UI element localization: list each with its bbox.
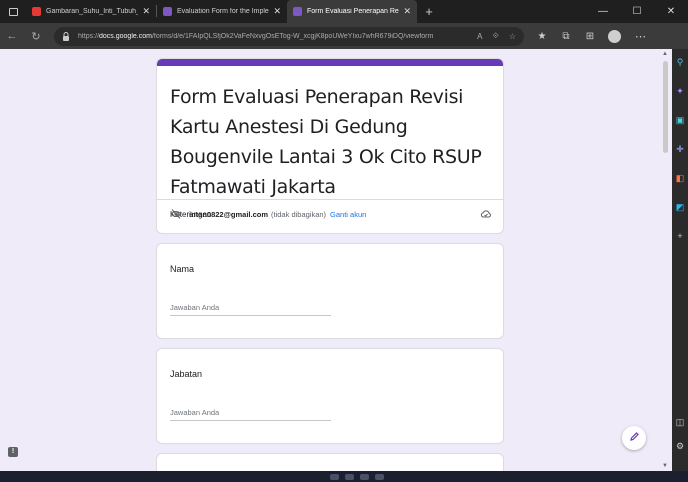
scroll-up-icon[interactable]: ▲ xyxy=(662,51,668,57)
forms-favicon-icon xyxy=(163,7,172,16)
taskbar-app-icon[interactable] xyxy=(360,474,369,480)
header-divider xyxy=(157,199,503,200)
close-window-icon[interactable]: ✕ xyxy=(654,6,688,17)
maximize-icon[interactable]: ☐ xyxy=(620,6,654,17)
outlook-icon[interactable]: ◩ xyxy=(675,202,685,212)
account-row: intan0822@gmail.com (tidak dibagikan) Ga… xyxy=(170,207,492,221)
refresh-icon[interactable]: ↻ xyxy=(24,23,48,49)
cloud-save-icon xyxy=(480,208,492,220)
close-tab-icon[interactable]: ✕ xyxy=(142,6,150,17)
question-label: Jabatan xyxy=(170,369,203,379)
tab-title: Evaluation Form for the Impleme xyxy=(177,8,270,15)
url-path: /forms/d/e/1FAIpQLSfjOk2VaFeNxvgOsETog-W… xyxy=(151,32,434,40)
extensions-icon[interactable]: ⊞ xyxy=(578,23,602,49)
copilot-sparkle-icon[interactable]: ✦ xyxy=(675,86,685,96)
address-bar[interactable]: https://docs.google.com/forms/d/e/1FAIpQ… xyxy=(54,26,524,46)
scroll-down-icon[interactable]: ▼ xyxy=(662,463,668,469)
form-header-card: Form Evaluasi Penerapan Revisi Kartu Ane… xyxy=(156,58,504,234)
browser-toolbar: ← ↻ https://docs.google.com/forms/d/e/1F… xyxy=(0,23,688,49)
edit-form-button[interactable] xyxy=(622,426,646,450)
sidebar-settings-gear-icon[interactable]: ⚙ xyxy=(675,441,685,451)
window-controls: — ☐ ✕ xyxy=(586,0,688,23)
answer-input-jabatan[interactable] xyxy=(170,407,331,421)
question-label: Nama xyxy=(170,264,195,274)
answer-input-nama[interactable] xyxy=(170,302,331,316)
add-sidebar-app-icon[interactable]: + xyxy=(675,231,685,241)
browser-tab-1[interactable]: Gambaran_Suhu_Inti_Tubuh_Pa ✕ xyxy=(26,0,156,23)
pdf-favicon-icon xyxy=(32,7,41,16)
translate-icon[interactable]: ⟐ xyxy=(493,31,499,41)
url-prefix: https:// xyxy=(78,32,100,40)
switch-account-link[interactable]: Ganti akun xyxy=(330,210,366,219)
url-host: docs.google.com xyxy=(99,32,152,40)
read-aloud-icon[interactable]: A xyxy=(477,32,482,41)
new-tab-button[interactable]: + xyxy=(417,0,441,23)
favorites-icon[interactable]: ★ xyxy=(530,23,554,49)
pencil-icon xyxy=(629,429,640,447)
tab-actions-icon[interactable] xyxy=(0,0,26,23)
taskbar-app-icon[interactable] xyxy=(330,474,339,480)
taskbar-app-icon[interactable] xyxy=(345,474,354,480)
edge-sidebar: ⚲ ✦ ▣ ✚ ◧ ◩ + ◫ ⚙ xyxy=(672,49,688,471)
tab-title: Gambaran_Suhu_Inti_Tubuh_Pa xyxy=(46,8,139,15)
shopping-bag-icon[interactable]: ▣ xyxy=(675,115,685,125)
account-note: (tidak dibagikan) xyxy=(271,209,327,219)
account-email: intan0822@gmail.com xyxy=(189,209,269,219)
browser-tab-2[interactable]: Evaluation Form for the Impleme ✕ xyxy=(157,0,287,23)
form-title: Form Evaluasi Penerapan Revisi Kartu Ane… xyxy=(170,86,482,198)
sidebar-bottom: ◫ ⚙ xyxy=(675,417,685,465)
browser-tab-strip: Gambaran_Suhu_Inti_Tubuh_Pa ✕ Evaluation… xyxy=(0,0,688,23)
eye-off-icon xyxy=(170,208,182,220)
question-card-jabatan: Jabatan xyxy=(156,348,504,444)
lock-icon[interactable] xyxy=(62,31,70,41)
close-tab-icon[interactable]: ✕ xyxy=(273,6,281,17)
profile-avatar[interactable] xyxy=(608,29,621,43)
tab-title: Form Evaluasi Penerapan Revisi K xyxy=(307,8,399,15)
split-screen-icon[interactable]: ◫ xyxy=(675,417,685,427)
taskbar-app-icon[interactable] xyxy=(375,474,384,480)
question-card-nama: Nama xyxy=(156,243,504,339)
browser-tab-3-active[interactable]: Form Evaluasi Penerapan Revisi K ✕ xyxy=(287,0,417,23)
tools-icon[interactable]: ✚ xyxy=(675,144,685,154)
form-accent-bar xyxy=(157,59,503,66)
close-tab-icon[interactable]: ✕ xyxy=(403,6,411,17)
forms-favicon-icon xyxy=(293,7,302,16)
favorite-star-icon[interactable]: ☆ xyxy=(509,32,516,41)
office-icon[interactable]: ◧ xyxy=(675,173,685,183)
minimize-icon[interactable]: — xyxy=(586,6,620,17)
search-icon[interactable]: ⚲ xyxy=(675,57,685,67)
back-arrow-icon[interactable]: ← xyxy=(0,23,24,49)
os-taskbar xyxy=(0,471,688,482)
url-text: https://docs.google.com/forms/d/e/1FAIpQ… xyxy=(78,33,467,40)
page-scrollbar[interactable]: ▲ ▼ xyxy=(660,49,672,471)
more-menu-icon[interactable]: ⋯ xyxy=(635,30,646,43)
report-abuse-icon[interactable]: ! xyxy=(8,447,18,457)
scrollbar-thumb[interactable] xyxy=(663,61,668,153)
collections-icon[interactable]: ⧉ xyxy=(554,23,578,49)
